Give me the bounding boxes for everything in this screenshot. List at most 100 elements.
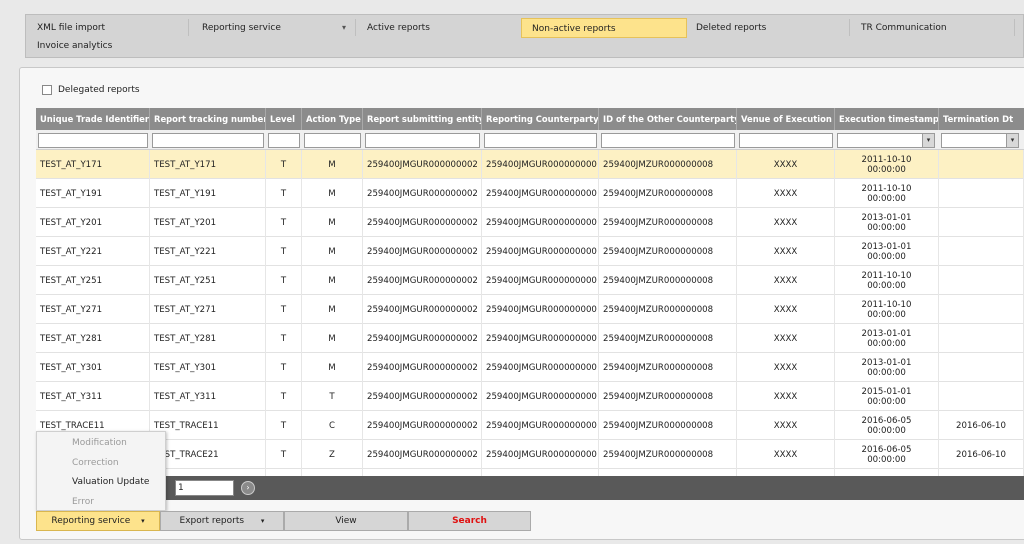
column-header[interactable]: Reporting Counterparty [482,108,599,130]
table-row[interactable]: 2016-06-05 [36,469,1024,476]
table-cell-rc: 259400JMGUR000000000 [482,208,599,237]
page-number-input[interactable]: 1 [175,480,234,496]
table-cell-rtn: TEST_AT_Y221 [150,237,266,266]
column-header[interactable]: Report submitting entity [363,108,482,130]
column-header[interactable]: Unique Trade Identifier [36,108,150,130]
timestamp-date: 2011-10-10 [861,299,912,310]
arrow-right-icon[interactable]: › [241,481,255,495]
reports-table: Unique Trade Identifier Report tracking … [36,108,1024,476]
table-cell-action: M [302,150,363,179]
delegated-reports-option[interactable]: Delegated reports [42,83,140,97]
delegated-reports-checkbox[interactable] [42,85,52,95]
filter-input[interactable] [38,133,148,148]
menu-item-valuation-update[interactable]: Valuation Update [72,473,149,491]
table-cell-ts: 2013-01-01 00:00:00 [835,208,939,237]
table-row[interactable]: TEST_AT_Y301 TEST_AT_Y301 T M 259400JMGUR000… [36,353,1024,382]
table-cell-venue: XXXX [737,324,835,353]
timestamp-time: 00:00:00 [867,222,906,233]
table-cell-ts: 2016-06-05 [835,469,939,476]
filter-input[interactable] [739,133,833,148]
table-cell-rtn: TEST_AT_Y281 [150,324,266,353]
table-header: Unique Trade Identifier Report tracking … [36,108,1024,130]
filter-input[interactable] [152,133,264,148]
tab-invoice-analytics[interactable]: Invoice analytics [37,36,112,56]
table-cell-uti: TEST_AT_Y221 [36,237,150,266]
table-cell-action: T [302,382,363,411]
table-cell-level: T [266,266,302,295]
chevron-down-icon[interactable]: ▾ [922,133,935,148]
column-header[interactable]: Report tracking number [150,108,266,130]
menu-item-modification: Modification [72,438,127,448]
table-cell-rtn: TEST_AT_Y311 [150,382,266,411]
timestamp-date: 2016-06-05 [861,444,912,455]
filter-input[interactable] [365,133,480,148]
search-button[interactable]: Search [408,511,531,531]
table-cell-level: T [266,411,302,440]
table-row[interactable]: TEST_AT_Y171 TEST_AT_Y171 T M 259400JMGUR000… [36,150,1024,179]
table-cell-rc: 259400JMGUR000000000 [482,324,599,353]
table-row[interactable]: TEST_AT_Y271 TEST_AT_Y271 T M 259400JMGUR000… [36,295,1024,324]
table-row[interactable]: TEST_TRACE11 TEST_TRACE11 T C 259400JMGUR000… [36,411,1024,440]
table-cell-uti: TEST_AT_Y281 [36,324,150,353]
view-button[interactable]: View [284,511,408,531]
table-cell-venue: XXXX [737,440,835,469]
table-cell-uti: TEST_AT_Y271 [36,295,150,324]
tab-deleted-reports[interactable]: Deleted reports [696,18,766,38]
tab-tr-communication[interactable]: TR Communication [861,18,947,38]
export-reports-button[interactable]: Export reports ▾ [160,511,284,531]
table-cell-rtn: TEST_AT_Y271 [150,295,266,324]
table-row[interactable]: TEST_AT_Y251 TEST_AT_Y251 T M 259400JMGUR000… [36,266,1024,295]
column-header[interactable]: Action Type [302,108,363,130]
timestamp-date: 2013-01-01 [861,328,912,339]
filter-input[interactable] [837,133,924,148]
chevron-down-icon[interactable]: ▾ [1006,133,1019,148]
column-header[interactable]: Execution timestamp [835,108,939,130]
table-cell-rse: 259400JMGUR000000002 [363,440,482,469]
column-header[interactable]: Venue of Execution [737,108,835,130]
table-row[interactable]: TEST_AT_Y281 TEST_AT_Y281 T M 259400JMGUR000… [36,324,1024,353]
filter-input[interactable] [304,133,361,148]
timestamp-time: 00:00:00 [867,367,906,378]
table-cell-rse: 259400JMGUR000000002 [363,150,482,179]
table-cell-rse: 259400JMGUR000000002 [363,411,482,440]
table-row[interactable]: TEST_AT_Y191 TEST_AT_Y191 T M 259400JMGUR000… [36,179,1024,208]
filter-input[interactable] [941,133,1008,148]
table-cell-rtn: TEST_TRACE21 [150,440,266,469]
table-cell-term [939,382,1024,411]
table-cell-action [302,469,363,476]
table-cell-level: T [266,440,302,469]
timestamp-date: 2015-01-01 [861,386,912,397]
table-row[interactable]: TEST_TRACE21TEST_TRACE21TZ259400JMGUR000… [36,440,1024,469]
table-cell-rtn: TEST_AT_Y171 [150,150,266,179]
table-cell-ts: 2013-01-01 00:00:00 [835,324,939,353]
table-cell-term: 2016-06-10 [939,411,1024,440]
reporting-service-button[interactable]: Reporting service ▾ [36,511,160,531]
table-cell-action: M [302,208,363,237]
table-row[interactable]: TEST_AT_Y221 TEST_AT_Y221 T M 259400JMGUR000… [36,237,1024,266]
filter-input[interactable] [268,133,300,148]
column-header[interactable]: ID of the Other Counterparty [599,108,737,130]
table-cell-oc: 259400JMZUR000000008 [599,208,737,237]
table-cell-rse: 259400JMGUR000000002 [363,237,482,266]
column-header[interactable]: Level [266,108,302,130]
table-row[interactable]: TEST_AT_Y311 TEST_AT_Y311 T T 259400JMGUR000… [36,382,1024,411]
chevron-down-icon[interactable]: ▾ [342,18,346,38]
tab-reporting-service[interactable]: Reporting service [202,18,281,38]
tab-xml-file-import[interactable]: XML file import [37,18,105,38]
table-cell-term [939,237,1024,266]
tab-divider [188,19,189,36]
column-header[interactable]: Termination Dt [939,108,1024,130]
timestamp-time: 00:00:00 [867,164,906,175]
table-cell-oc: 259400JMZUR000000008 [599,179,737,208]
table-cell-rse: 259400JMGUR000000002 [363,266,482,295]
filter-row: ▾ ▾ [36,130,1024,150]
table-cell-rtn: TEST_AT_Y201 [150,208,266,237]
tab-non-active-reports[interactable]: Non-active reports [521,18,687,38]
table-row[interactable]: TEST_AT_Y201 TEST_AT_Y201 T M 259400JMGUR000… [36,208,1024,237]
chevron-down-icon: ▾ [141,517,145,525]
filter-input[interactable] [484,133,597,148]
table-cell-level [266,469,302,476]
tab-active-reports[interactable]: Active reports [367,18,430,38]
filter-input[interactable] [601,133,735,148]
table-cell-uti: TEST_AT_Y191 [36,179,150,208]
